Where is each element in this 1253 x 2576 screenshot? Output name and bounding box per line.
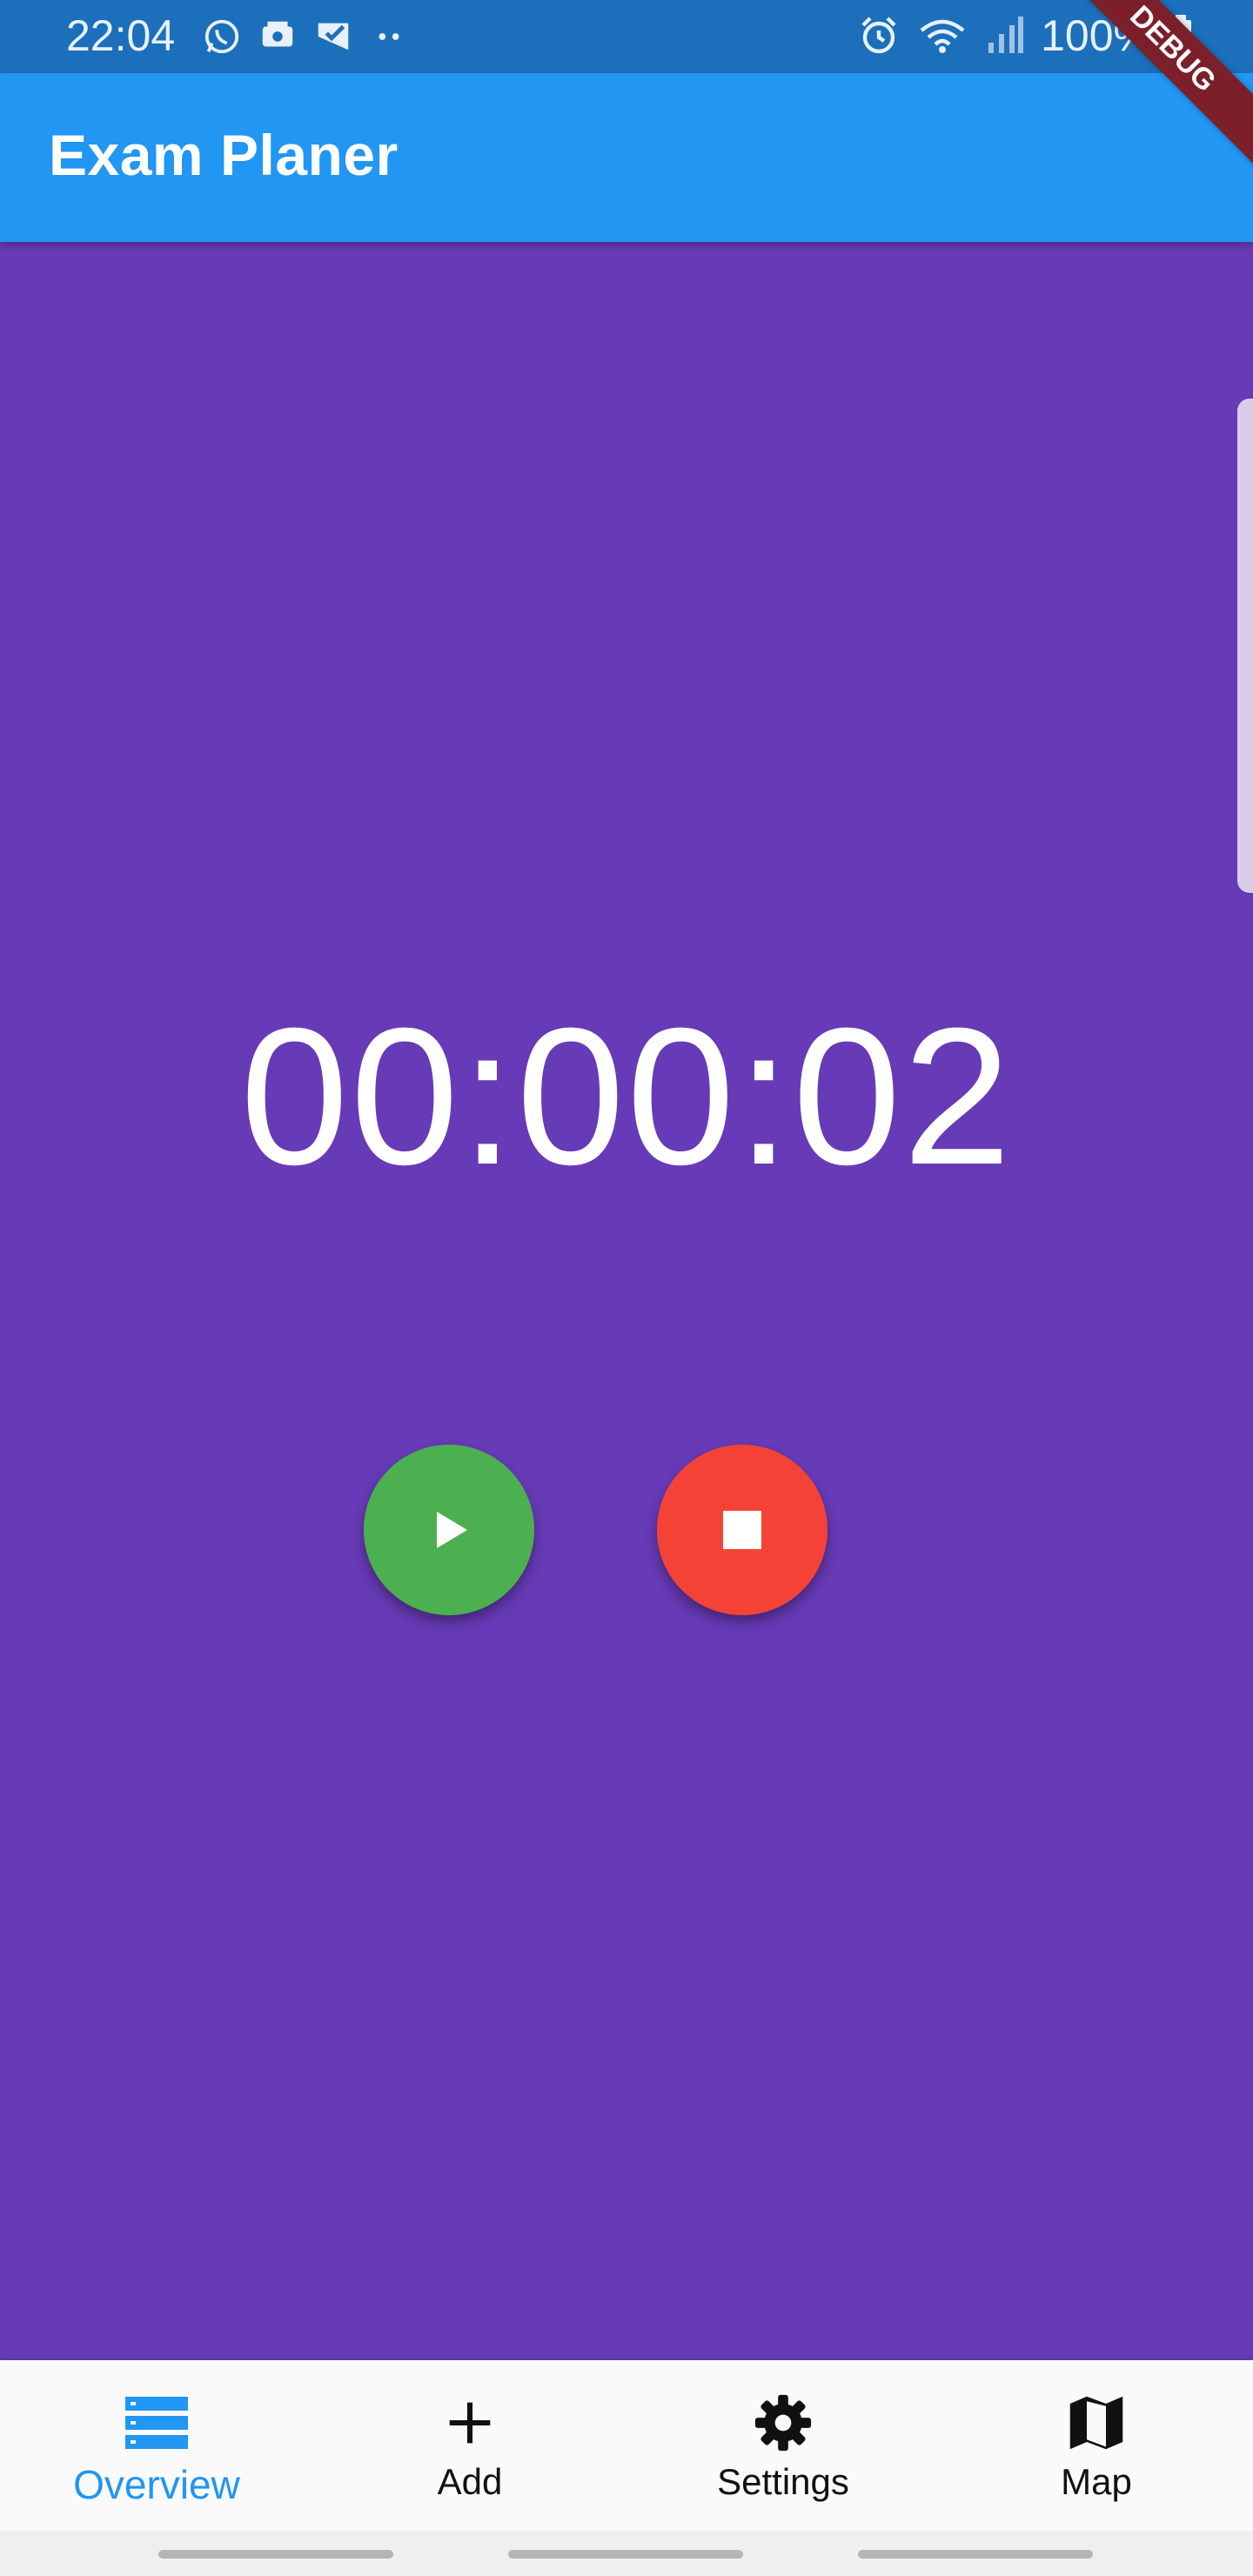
signal-icon — [988, 17, 1024, 53]
nav-label-add: Add — [437, 2461, 503, 2502]
status-bar: 22:04 100% — [0, 0, 1253, 73]
scroll-handle[interactable] — [1237, 399, 1253, 893]
list-icon — [125, 2397, 188, 2449]
plus-icon — [449, 2402, 491, 2444]
timer-display: 00:00:02 — [240, 988, 1013, 1205]
play-button[interactable] — [364, 1445, 534, 1615]
stop-button[interactable] — [657, 1445, 828, 1615]
status-time: 22:04 — [66, 11, 176, 60]
nav-item-map[interactable]: Map — [940, 2360, 1253, 2531]
app-bar: Exam Planer — [0, 73, 1253, 242]
system-nav-home[interactable] — [508, 2550, 743, 2559]
nav-item-add[interactable]: Add — [313, 2360, 626, 2531]
system-nav-recents[interactable] — [158, 2550, 393, 2559]
whatsapp-icon — [204, 19, 239, 54]
wifi-icon — [920, 19, 965, 53]
app-notification-icon — [262, 21, 293, 47]
nav-label-map: Map — [1061, 2461, 1132, 2502]
play-icon — [437, 1512, 467, 1548]
nav-label-overview: Overview — [73, 2462, 240, 2507]
nav-item-overview[interactable]: Overview — [0, 2360, 313, 2531]
more-dots-icon — [379, 33, 399, 40]
stop-icon — [723, 1511, 761, 1549]
system-navigation-bar — [0, 2531, 1253, 2576]
map-icon — [1069, 2396, 1123, 2450]
status-notification-icons — [202, 17, 409, 56]
system-nav-back[interactable] — [858, 2550, 1093, 2559]
check-notification-icon — [318, 23, 349, 50]
gear-icon — [754, 2394, 812, 2452]
alarm-icon — [861, 17, 896, 54]
nav-label-settings: Settings — [717, 2461, 849, 2502]
page-title: Exam Planer — [49, 123, 399, 187]
nav-item-settings[interactable]: Settings — [626, 2360, 940, 2531]
bottom-navigation: Overview Add Settings Map — [0, 2360, 1253, 2531]
